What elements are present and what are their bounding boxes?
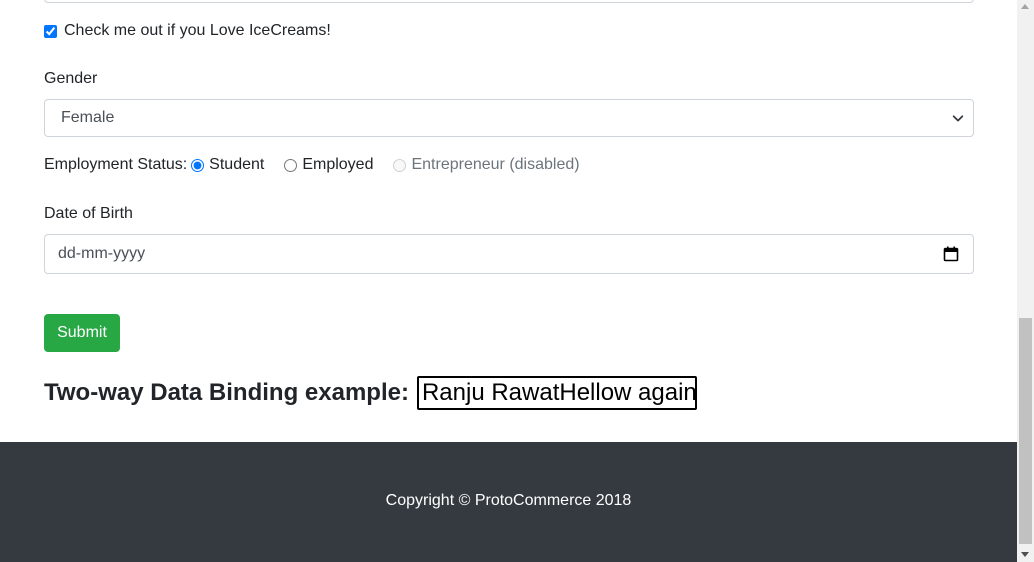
icecream-checkbox-label[interactable]: Check me out if you Love IceCreams! [64, 22, 331, 40]
two-way-binding-row: Two-way Data Binding example: Ranju Rawa… [44, 376, 697, 410]
previous-input-field[interactable] [44, 0, 974, 3]
employment-status-row: Employment Status: Student Employed Entr… [44, 156, 596, 174]
radio-employed-input[interactable] [284, 158, 298, 172]
dob-input[interactable]: dd-mm-yyyy [44, 234, 974, 274]
employment-status-label: Employment Status: [44, 156, 188, 173]
icecream-checkbox[interactable] [44, 24, 57, 38]
radio-student[interactable]: Student [187, 156, 264, 174]
radio-entrepreneur-label: Entrepreneur (disabled) [411, 156, 580, 173]
dob-label: Date of Birth [44, 205, 133, 222]
dob-placeholder: dd-mm-yyyy [58, 245, 146, 262]
gender-label: Gender [44, 70, 98, 87]
scroll-down-arrow-icon[interactable] [1021, 552, 1029, 557]
footer-copyright: Copyright © ProtoCommerce 2018 [385, 492, 632, 509]
page-viewport: Check me out if you Love IceCreams! Gend… [0, 0, 1017, 562]
gender-select[interactable]: Female [44, 99, 974, 137]
submit-button[interactable]: Submit [44, 314, 120, 352]
icecream-check-row: Check me out if you Love IceCreams! [44, 22, 331, 40]
radio-entrepreneur-input [393, 158, 407, 172]
vertical-scrollbar[interactable] [1017, 0, 1034, 562]
scroll-up-arrow-icon[interactable] [1021, 4, 1029, 9]
two-way-binding-input[interactable]: Ranju RawatHellow again [416, 376, 697, 410]
radio-employed-label[interactable]: Employed [302, 156, 373, 174]
chevron-down-icon [952, 115, 964, 122]
two-way-binding-heading: Two-way Data Binding example: [44, 379, 409, 406]
gender-selected-value: Female [61, 109, 115, 126]
calendar-icon[interactable] [943, 246, 959, 262]
radio-entrepreneur: Entrepreneur (disabled) [389, 156, 580, 174]
radio-student-input[interactable] [191, 158, 205, 172]
scrollbar-thumb[interactable] [1019, 318, 1032, 544]
radio-employed[interactable]: Employed [280, 156, 373, 174]
radio-student-label[interactable]: Student [209, 156, 264, 174]
footer: Copyright © ProtoCommerce 2018 [0, 442, 1017, 562]
